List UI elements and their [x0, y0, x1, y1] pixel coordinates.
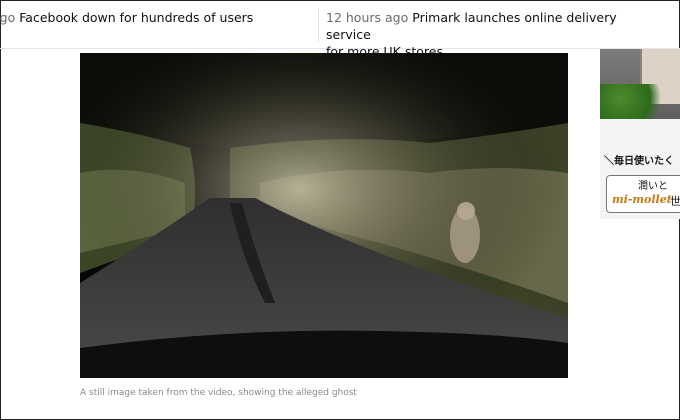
ad-brand-logo: mi-mollet	[612, 193, 672, 206]
ticker-time: 12 hours ago	[326, 10, 409, 25]
ad-brand-suffix: 世	[670, 195, 680, 208]
ticker-headline[interactable]: Facebook down for hundreds of users	[19, 10, 253, 25]
ad-headline: ＼毎日使いたく	[604, 156, 674, 167]
ticker-divider	[318, 8, 319, 42]
ad-box-text: 潤いと	[638, 181, 668, 192]
ad-image-plant	[600, 84, 670, 119]
article-photo	[80, 53, 568, 378]
advertisement[interactable]: ＼毎日使いたく 潤いと mi-mollet 世	[600, 49, 680, 219]
ticker-time: ago	[0, 10, 16, 25]
photo-caption: A still image taken from the video, show…	[80, 388, 357, 398]
ticker-item[interactable]: agoFacebook down for hundreds of users k	[0, 9, 292, 43]
news-ticker: agoFacebook down for hundreds of users k…	[0, 0, 680, 59]
